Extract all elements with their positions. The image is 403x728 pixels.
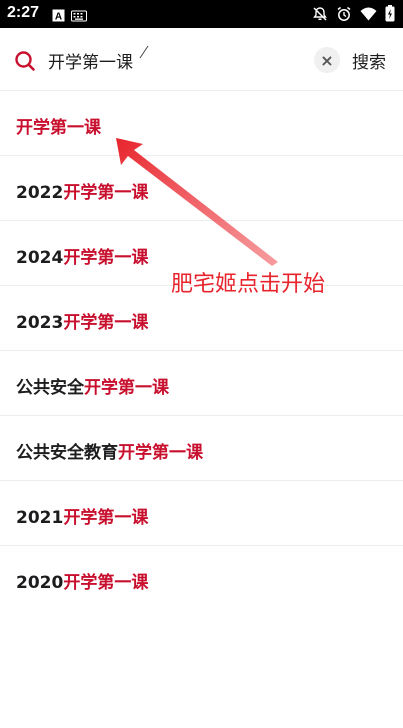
suggestion-item[interactable]: 2021开学第一课 [0,481,403,546]
suggestion-highlight: 开学第一课 [63,248,149,268]
suggestion-highlight: 开学第一课 [63,183,149,203]
suggestion-highlight: 开学第一课 [118,443,203,463]
search-button[interactable]: 搜索 [352,48,386,73]
search-input[interactable]: 开学第一课 [48,48,133,73]
suggestion-item[interactable]: 开学第一课 [0,91,403,156]
battery-icon [385,5,395,26]
suggestion-item[interactable]: 公共安全开学第一课 [0,351,403,416]
suggestion-prefix: 2021 [16,508,64,528]
suggestion-prefix: 2023 [16,313,64,333]
suggestion-prefix: 2020 [16,573,64,593]
search-bar: 开学第一课 × 搜索 [0,28,403,91]
mute-icon [312,6,328,26]
suggestion-prefix: 公共安全教育 [16,443,118,463]
search-icon[interactable] [14,50,36,72]
suggestion-item[interactable]: 2020开学第一课 [0,546,403,610]
svg-text:A: A [55,12,62,23]
suggestion-highlight: 开学第一课 [63,508,149,528]
wifi-icon [360,6,377,25]
alarm-icon [336,6,352,26]
suggestion-highlight: 开学第一课 [16,118,101,138]
keyboard-icon [71,7,87,26]
suggestion-prefix: 公共安全 [16,378,84,398]
suggestion-item[interactable]: 公共安全教育开学第一课 [0,416,403,481]
suggestion-list: 开学第一课 2022开学第一课 2024开学第一课 2023开学第一课 公共安全… [0,91,403,610]
text-cursor-icon [138,44,150,59]
suggestion-highlight: 开学第一课 [63,573,149,593]
clear-search-button[interactable]: × [314,47,340,73]
suggestion-item[interactable]: 2022开学第一课 [0,156,403,221]
suggestion-prefix: 2024 [16,248,64,268]
suggestion-highlight: 开学第一课 [84,378,169,398]
suggestion-highlight: 开学第一课 [63,313,149,333]
status-time: 2:27 [7,4,40,21]
annotation-text: 肥宅姬点击开始 [171,272,326,297]
suggestion-prefix: 2022 [16,183,64,203]
status-bar: 2:27 A [0,0,403,28]
a-notification-icon: A [52,7,65,26]
